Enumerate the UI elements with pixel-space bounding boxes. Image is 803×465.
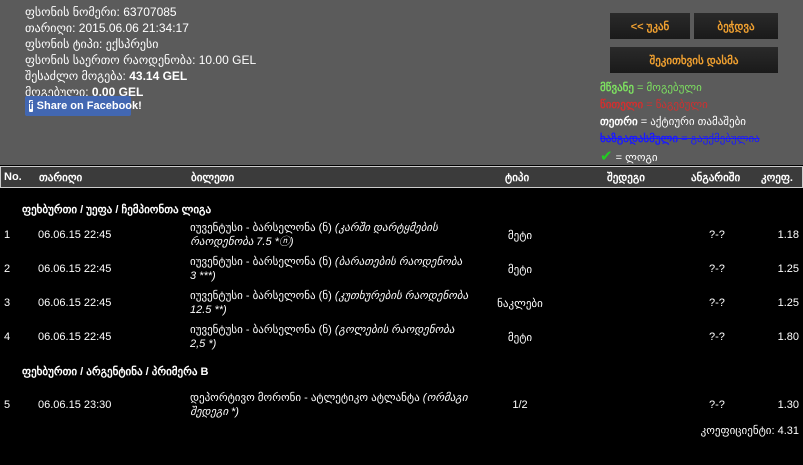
row-type: ნაკლები bbox=[497, 298, 543, 310]
row-odds: 1.25 bbox=[777, 297, 799, 309]
legend-green: მწვანე = მოგებული bbox=[600, 82, 702, 94]
row-type: მეტი bbox=[507, 264, 533, 276]
row-odds: 1.80 bbox=[777, 331, 799, 343]
row-date: 06.06.15 22:45 bbox=[38, 263, 112, 275]
section-title: ფეხბურთი / უეფა / ჩემპიონთა ლიგა bbox=[22, 204, 212, 216]
row-odds: 1.25 bbox=[777, 263, 799, 275]
bet-amount: ფსონის საერთო რაოდენობა: 10.00 GEL bbox=[25, 53, 257, 67]
row-no: 3 bbox=[4, 297, 11, 309]
row-ticket: იუვენტუსი - ბარსელონა (ნ) (ბარათების რაო… bbox=[190, 255, 470, 283]
row-no: 2 bbox=[4, 263, 11, 275]
row-ticket: იუვენტუსი - ბარსელონა (ნ) (კუთხურების რა… bbox=[190, 289, 470, 317]
row-date: 06.06.15 23:30 bbox=[38, 399, 112, 411]
table-row: 1 06.06.15 22:45 იუვენტუსი - ბარსელონა (… bbox=[0, 221, 803, 251]
row-type: 1/2 bbox=[512, 399, 528, 411]
row-no: 4 bbox=[4, 331, 11, 343]
print-button[interactable]: ბეჭდვა bbox=[694, 13, 778, 39]
checkmark-icon: ✔ bbox=[600, 148, 613, 165]
share-facebook-button[interactable]: f Share on Facebook! bbox=[25, 96, 142, 116]
total-odds-value: 4.31 bbox=[777, 425, 799, 437]
ask-question-button[interactable]: შეკითხვის დასმა bbox=[610, 47, 778, 73]
table-row: 2 06.06.15 22:45 იუვენტუსი - ბარსელონა (… bbox=[0, 255, 803, 285]
col-type: ტიპი bbox=[505, 172, 530, 184]
section-title: ფეხბურთი / არგენტინა / პრიმერა B bbox=[22, 366, 209, 378]
col-score: ანგარიში bbox=[691, 172, 741, 184]
row-score: ?-? bbox=[709, 399, 725, 411]
total-odds: კოეფიციენტი: 4.31 bbox=[0, 424, 803, 440]
row-date: 06.06.15 22:45 bbox=[38, 229, 112, 241]
row-type: მეტი bbox=[507, 332, 533, 344]
match-name: იუვენტუსი - ბარსელონა (ნ) bbox=[190, 256, 332, 268]
bet-summary-panel: ფსონის ნომერი: 63707085 თარიღი: 2015.06.… bbox=[0, 0, 803, 165]
table-row: 3 06.06.15 22:45 იუვენტუსი - ბარსელონა (… bbox=[0, 289, 803, 319]
row-no: 5 bbox=[4, 399, 11, 411]
row-score: ?-? bbox=[709, 331, 725, 343]
match-name: იუვენტუსი - ბარსელონა (ნ) bbox=[190, 324, 332, 336]
total-odds-label: კოეფიციენტი: bbox=[700, 425, 775, 437]
row-ticket: დეპორტივო მორონი - ატლეტიკო ატლანტა (ორმ… bbox=[190, 391, 470, 419]
row-score: ?-? bbox=[709, 229, 725, 241]
row-date: 06.06.15 22:45 bbox=[38, 297, 112, 309]
table-row: 4 06.06.15 22:45 იუვენტუსი - ბარსელონა (… bbox=[0, 323, 803, 353]
bet-number: ფსონის ნომერი: 63707085 bbox=[25, 5, 177, 19]
table-row: 5 06.06.15 23:30 დეპორტივო მორონი - ატლე… bbox=[0, 391, 803, 421]
col-date: თარიღი bbox=[39, 172, 83, 184]
bet-type: ფსონის ტიპი: ექსპრესი bbox=[25, 37, 159, 51]
legend-red: წითელი = წაგებული bbox=[600, 99, 708, 111]
bet-date: თარიღი: 2015.06.06 21:34:17 bbox=[25, 21, 189, 35]
row-ticket: იუვენტუსი - ბარსელონა (ნ) (გოლების რაოდე… bbox=[190, 323, 470, 351]
row-odds: 1.18 bbox=[777, 229, 799, 241]
row-no: 1 bbox=[4, 229, 11, 241]
row-odds: 1.30 bbox=[777, 399, 799, 411]
col-result: შედეგი bbox=[607, 172, 645, 184]
color-legend: მწვანე = მოგებული წითელი = წაგებული თეთრ… bbox=[600, 80, 800, 167]
bet-info: ფსონის ნომერი: 63707085 თარიღი: 2015.06.… bbox=[25, 4, 256, 100]
col-odds: კოეფ. bbox=[761, 172, 793, 184]
facebook-icon: f bbox=[29, 100, 33, 112]
match-name: იუვენტუსი - ბარსელონა (ნ) bbox=[190, 290, 332, 302]
back-button[interactable]: << უკან bbox=[610, 13, 690, 39]
legend-check: ✔ = ლოგი bbox=[600, 148, 658, 165]
row-score: ?-? bbox=[709, 263, 725, 275]
col-ticket: ბილეთი bbox=[191, 172, 235, 184]
possible-win: შესაძლო მოგება: 43.14 GEL bbox=[25, 69, 188, 83]
row-ticket: იუვენტუსი - ბარსელონა (ნ) (კარში დარტყმე… bbox=[190, 221, 470, 249]
row-date: 06.06.15 22:45 bbox=[38, 331, 112, 343]
match-name: დეპორტივო მორონი - ატლეტიკო ატლანტა bbox=[190, 392, 420, 404]
legend-white: თეთრი = აქტიური თამაშები bbox=[600, 116, 746, 128]
row-type: მეტი bbox=[507, 230, 533, 242]
legend-strikethrough: ხაზგადასმული = გაუქმებულია bbox=[600, 133, 760, 145]
col-no: No. bbox=[4, 171, 22, 183]
row-score: ?-? bbox=[709, 297, 725, 309]
table-header: No. თარიღი ბილეთი ტიპი შედეგი ანგარიში კ… bbox=[0, 166, 803, 188]
match-name: იუვენტუსი - ბარსელონა (ნ) bbox=[190, 222, 332, 234]
